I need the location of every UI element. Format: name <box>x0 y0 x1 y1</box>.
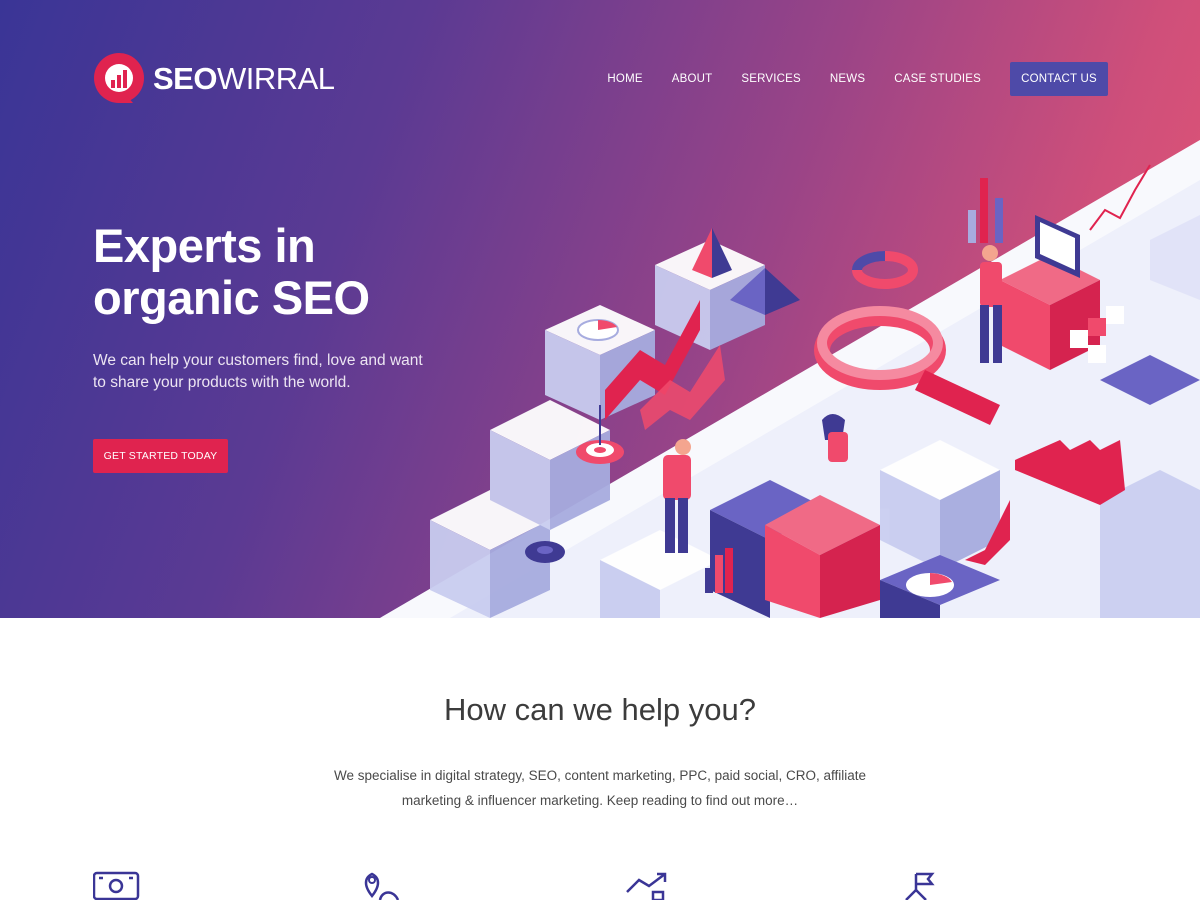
flag-icon <box>905 872 935 900</box>
growth-chart-icon <box>626 872 667 900</box>
help-title: How can we help you? <box>444 692 756 727</box>
location-icon <box>364 872 400 900</box>
nav-news[interactable]: NEWS <box>830 73 865 85</box>
nav-about[interactable]: ABOUT <box>672 73 713 85</box>
help-description: We specialise in digital strategy, SEO, … <box>334 768 866 808</box>
contact-us-button[interactable]: CONTACT US <box>1010 62 1108 96</box>
main-nav: HOME ABOUT SERVICES NEWS CASE STUDIES CO… <box>607 62 1108 96</box>
nav-case-studies[interactable]: CASE STUDIES <box>894 73 981 85</box>
get-started-button[interactable]: GET STARTED TODAY <box>93 439 228 473</box>
hero-title: Experts in organic SEO <box>93 219 370 324</box>
nav-home[interactable]: HOME <box>607 73 642 85</box>
nav-services[interactable]: SERVICES <box>741 73 801 85</box>
site-logo[interactable]: SEOWIRRAL <box>93 52 335 104</box>
logo-chart-icon <box>94 53 144 103</box>
logo-text: SEOWIRRAL <box>153 60 335 96</box>
money-icon <box>93 871 140 900</box>
hero-subtitle: We can help your customers find, love an… <box>93 352 423 391</box>
hero-section: SEOWIRRAL HOME ABOUT SERVICES NEWS CASE … <box>0 0 1200 618</box>
